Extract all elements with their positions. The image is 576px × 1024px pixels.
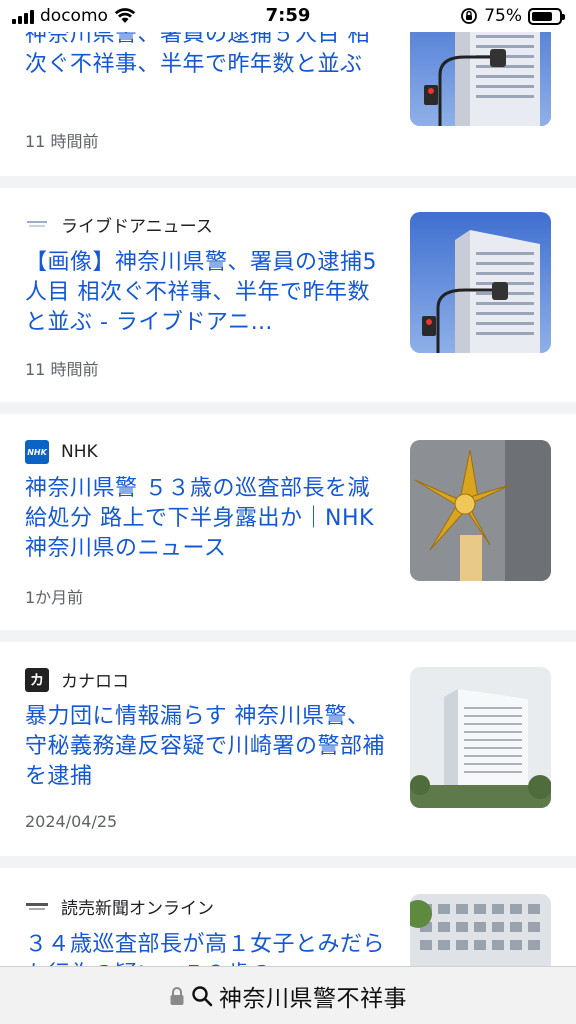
- battery-icon: [528, 7, 565, 25]
- news-card[interactable]: ライブドアニュース 【画像】神奈川県警、署員の逮捕5人目 相次ぐ不祥事、半年で昨…: [0, 188, 576, 402]
- livedoor-logo-icon: [25, 212, 49, 237]
- article-time: 11 時間前: [25, 132, 99, 151]
- article-thumbnail[interactable]: [410, 212, 551, 353]
- article-time: 1か月前: [25, 588, 84, 607]
- lock-icon: [169, 986, 185, 1006]
- address-bar[interactable]: 神奈川県警不祥事: [0, 966, 576, 1024]
- nhk-logo-icon: NHK: [25, 440, 49, 464]
- kanaloco-logo-icon: カ: [25, 667, 49, 692]
- source-name: 読売新聞オンライン: [61, 899, 214, 919]
- address-bar-text[interactable]: 神奈川県警不祥事: [219, 979, 407, 1013]
- article-thumbnail[interactable]: [410, 440, 551, 581]
- battery-percent: 75%: [484, 6, 522, 26]
- source-name: カナロコ: [61, 672, 129, 692]
- article-time: 11 時間前: [25, 360, 99, 379]
- article-title[interactable]: 神奈川県警 ５３歳の巡査部長を減給処分 路上で下半身露出か｜NHK 神奈川県のニ…: [25, 474, 385, 566]
- battery-level: [532, 11, 552, 21]
- status-bar: docomo 7:59 75%: [0, 0, 576, 32]
- source-name: NHK: [61, 442, 98, 462]
- article-title[interactable]: 【画像】神奈川県警、署員の逮捕5人目 相次ぐ不祥事、半年で昨年数と並ぶ - ライ…: [25, 248, 385, 340]
- yomiuri-logo-icon: [25, 894, 49, 919]
- article-time: 2024/04/25: [25, 812, 118, 831]
- logo-text: カ: [30, 672, 44, 689]
- news-card[interactable]: カ カナロコ 暴力団に情報漏らす 神奈川県警、守秘義務違反容疑で川崎署の警部補を…: [0, 642, 576, 856]
- news-card[interactable]: NHK NHK 神奈川県警 ５３歳の巡査部長を減給処分 路上で下半身露出か｜NH…: [0, 414, 576, 630]
- police-emblem-image: [410, 440, 551, 581]
- article-title[interactable]: 神奈川県警、署員の逮捕５人目 相次ぐ不祥事、半年で昨年数と並ぶ: [25, 32, 385, 120]
- office-building-image: [410, 667, 551, 808]
- orientation-lock-icon: [460, 7, 478, 25]
- article-thumbnail[interactable]: [410, 667, 551, 808]
- office-building-image: [410, 212, 551, 353]
- source-name: ライブドアニュース: [61, 217, 213, 237]
- search-icon: [191, 985, 213, 1007]
- logo-text: NHK: [27, 447, 47, 457]
- article-title[interactable]: 暴力団に情報漏らす 神奈川県警、守秘義務違反容疑で川崎署の警部補を逮捕: [25, 702, 385, 794]
